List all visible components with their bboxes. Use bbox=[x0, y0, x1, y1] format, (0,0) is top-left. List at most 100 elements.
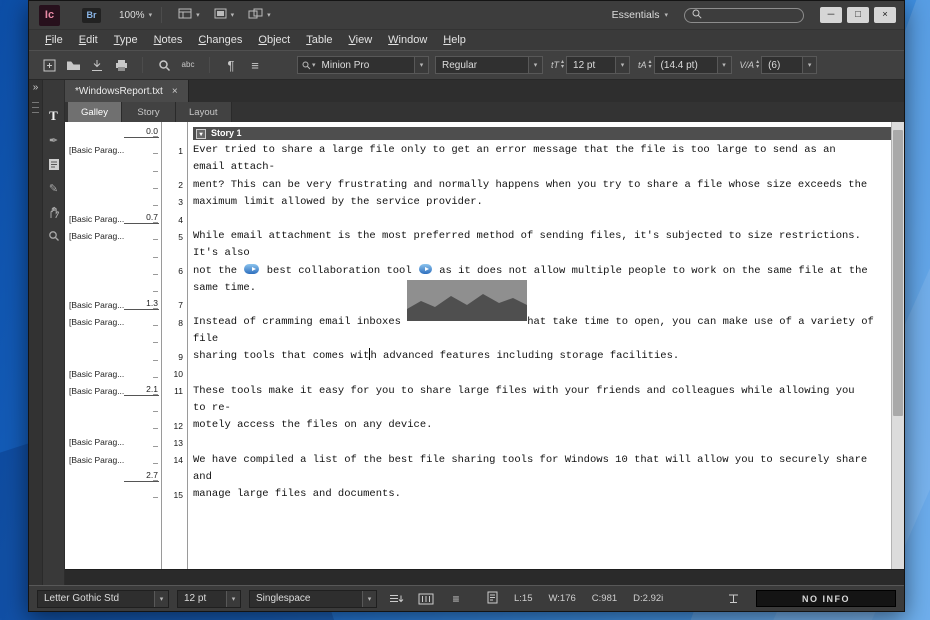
galley-text[interactable]: not the best collaboration tool as it do… bbox=[187, 263, 891, 280]
collapse-story-icon[interactable]: ▼ bbox=[196, 129, 206, 139]
inline-note-end-icon[interactable] bbox=[419, 264, 432, 274]
close-tab-icon[interactable]: × bbox=[172, 86, 178, 97]
leading-value: (14.4 pt) bbox=[655, 60, 717, 71]
chevron-down-icon[interactable]: ▾ bbox=[528, 57, 542, 73]
menu-object[interactable]: Object bbox=[250, 34, 298, 46]
galley-row: [Basic Parag...10 bbox=[65, 366, 891, 383]
chevron-down-icon[interactable]: ▾ bbox=[802, 57, 816, 73]
menu-help[interactable]: Help bbox=[435, 34, 474, 46]
galley-text[interactable]: sharing tools that comes with advanced f… bbox=[187, 348, 891, 365]
open-folder-icon[interactable] bbox=[61, 55, 85, 75]
zoom-level-dropdown[interactable]: 100% ▾ bbox=[119, 10, 152, 21]
save-icon[interactable] bbox=[85, 55, 109, 75]
galley-text[interactable]: to re- bbox=[187, 400, 891, 417]
menu-type[interactable]: Type bbox=[106, 34, 146, 46]
galley-text[interactable]: maximum limit allowed by the service pro… bbox=[187, 194, 891, 211]
show-hidden-characters-icon[interactable]: ¶ bbox=[219, 55, 243, 75]
close-button[interactable]: × bbox=[874, 7, 896, 23]
leading-combo[interactable]: (14.4 pt) ▾ bbox=[654, 56, 732, 74]
status-spacing-combo[interactable]: Singlespace ▾ bbox=[249, 590, 377, 608]
spellcheck-icon[interactable]: abc bbox=[176, 55, 200, 75]
composition-columns-icon[interactable] bbox=[415, 590, 437, 608]
new-document-icon[interactable] bbox=[37, 55, 61, 75]
view-tab-layout[interactable]: Layout bbox=[176, 102, 232, 122]
galley-text[interactable]: and bbox=[187, 469, 891, 486]
menu-window[interactable]: Window bbox=[380, 34, 435, 46]
chevron-down-icon[interactable]: ▾ bbox=[615, 57, 629, 73]
copyfit-info-box: NO INFO bbox=[756, 590, 896, 607]
inline-note-anchor-icon[interactable] bbox=[244, 264, 259, 274]
galley-text[interactable]: email attach- bbox=[187, 159, 891, 176]
chevron-down-icon[interactable]: ▾ bbox=[226, 591, 240, 607]
scrollbar-thumb[interactable] bbox=[893, 130, 903, 416]
galley-text[interactable]: Instead of cramming email inboxes hat ta… bbox=[187, 314, 891, 331]
galley-text[interactable]: These tools make it easy for you to shar… bbox=[187, 383, 891, 400]
menu-notes[interactable]: Notes bbox=[146, 34, 191, 46]
galley-text[interactable]: same time. bbox=[187, 280, 891, 297]
chevron-down-icon[interactable]: ▾ bbox=[717, 57, 731, 73]
font-family-combo[interactable]: ▾ Minion Pro ▾ bbox=[297, 56, 429, 74]
line-spacing-icon[interactable] bbox=[385, 590, 407, 608]
screen-mode-dropdown[interactable]: ▾ bbox=[214, 6, 235, 24]
type-tool-icon[interactable]: T bbox=[45, 108, 63, 124]
story-header-row: 0.0▼Story 1 bbox=[65, 125, 891, 142]
paragraph-style-label: [Basic Parag... bbox=[69, 145, 137, 155]
note-tool-icon[interactable]: ✒ bbox=[45, 132, 63, 148]
chevron-down-icon[interactable]: ▾ bbox=[154, 591, 168, 607]
status-menu-icon[interactable]: ≡ bbox=[445, 590, 467, 608]
galley-text[interactable]: It's also bbox=[187, 245, 891, 262]
panel-dock-collapsed[interactable]: » bbox=[29, 80, 43, 585]
font-size-stepper[interactable]: ▴▾ bbox=[561, 60, 564, 70]
search-input[interactable] bbox=[684, 8, 804, 23]
expand-panels-icon[interactable]: » bbox=[33, 82, 39, 93]
font-size-combo[interactable]: 12 pt ▾ bbox=[566, 56, 630, 74]
document-tab[interactable]: *WindowsReport.txt × bbox=[65, 80, 189, 102]
status-size-combo[interactable]: 12 pt ▾ bbox=[177, 590, 241, 608]
font-style-combo[interactable]: Regular ▾ bbox=[435, 56, 543, 74]
galley-text[interactable]: motely access the files on any device. bbox=[187, 417, 891, 434]
view-options-dropdown[interactable]: ▾ bbox=[178, 6, 200, 24]
chevron-down-icon: ▾ bbox=[196, 11, 200, 19]
chevron-down-icon[interactable]: ▾ bbox=[362, 591, 376, 607]
menu-table[interactable]: Table bbox=[298, 34, 340, 46]
status-font-combo[interactable]: Letter Gothic Std ▾ bbox=[37, 590, 169, 608]
print-icon[interactable] bbox=[109, 55, 133, 75]
galley-row: [Basic Parag...13 bbox=[65, 434, 891, 451]
galley-body: 0.0▼Story 1[Basic Parag...1Ever tried to… bbox=[65, 122, 891, 569]
galley-text[interactable] bbox=[187, 366, 891, 383]
horizontal-scrollbar[interactable] bbox=[65, 569, 904, 585]
galley-text[interactable]: While email attachment is the most prefe… bbox=[187, 228, 891, 245]
bridge-button[interactable]: Br bbox=[82, 8, 101, 23]
galley-text[interactable] bbox=[187, 434, 891, 451]
view-tab-galley[interactable]: Galley bbox=[68, 102, 122, 122]
arrange-documents-dropdown[interactable]: ▾ bbox=[248, 6, 271, 24]
notes-panel-icon[interactable] bbox=[45, 156, 63, 172]
tracking-stepper[interactable]: ▴▾ bbox=[756, 60, 759, 70]
menu-changes[interactable]: Changes bbox=[190, 34, 250, 46]
maximize-button[interactable]: □ bbox=[847, 7, 869, 23]
menu-view[interactable]: View bbox=[341, 34, 381, 46]
minimize-button[interactable]: ─ bbox=[820, 7, 842, 23]
font-search-icon: ▾ bbox=[298, 61, 316, 70]
galley-text[interactable]: manage large files and documents. bbox=[187, 486, 891, 503]
vertical-scrollbar[interactable] bbox=[891, 122, 904, 569]
menu-file[interactable]: File bbox=[37, 34, 71, 46]
view-tab-story[interactable]: Story bbox=[122, 102, 176, 122]
galley-text[interactable] bbox=[187, 211, 891, 228]
galley-text[interactable]: We have compiled a list of the best file… bbox=[187, 452, 891, 469]
zoom-tool-icon[interactable] bbox=[45, 228, 63, 244]
galley-text[interactable] bbox=[187, 297, 891, 314]
galley-text[interactable]: Ever tried to share a large file only to… bbox=[187, 142, 891, 159]
pencil-tool-icon[interactable]: ✎ bbox=[45, 180, 63, 196]
workspace-switcher[interactable]: Essentials ▾ bbox=[612, 9, 668, 21]
galley-text[interactable]: ment? This can be very frustrating and n… bbox=[187, 177, 891, 194]
galley-text[interactable]: file bbox=[187, 331, 891, 348]
menu-edit[interactable]: Edit bbox=[71, 34, 106, 46]
hand-tool-icon[interactable] bbox=[45, 204, 63, 220]
panel-menu-icon[interactable]: ≡ bbox=[243, 55, 267, 75]
story-header[interactable]: ▼Story 1 bbox=[193, 127, 891, 140]
chevron-down-icon[interactable]: ▾ bbox=[414, 57, 428, 73]
find-icon[interactable] bbox=[152, 55, 176, 75]
tracking-combo[interactable]: (6) ▾ bbox=[761, 56, 817, 74]
leading-stepper[interactable]: ▴▾ bbox=[649, 60, 652, 70]
